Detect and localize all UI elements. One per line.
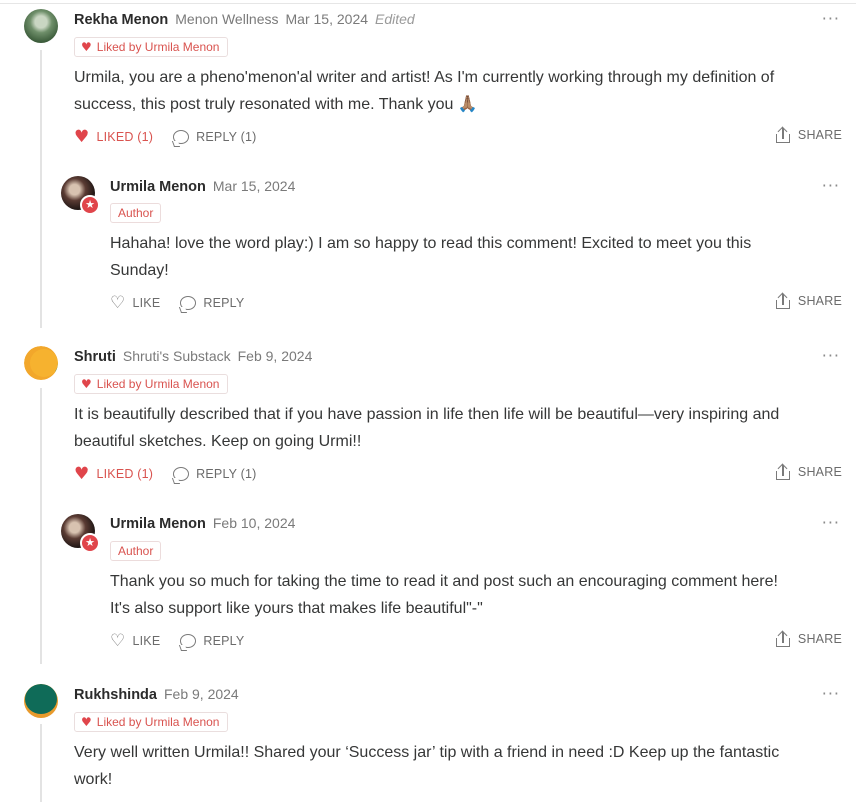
like-button[interactable]: ♡ LIKE (110, 631, 160, 651)
comment-text-line: It's also support like yours that makes … (110, 600, 483, 617)
liked-by-text: Liked by Urmila Menon (96, 40, 220, 54)
liked-by-author-badge: ♥ Liked by Urmila Menon (74, 374, 229, 394)
comment-meta: Shruti Shruti's Substack Feb 9, 2024 (74, 348, 312, 368)
liked-by-text: Liked by Urmila Menon (96, 715, 220, 729)
comment-date[interactable]: Feb 9, 2024 (164, 686, 239, 702)
share-label: SHARE (797, 465, 842, 479)
comment-body: Urmila, you are a pheno'menon'al writer … (74, 64, 774, 118)
comment-meta: Urmila Menon Feb 10, 2024 (110, 515, 295, 535)
share-label: SHARE (797, 128, 842, 142)
thread-line (40, 724, 42, 802)
reply-button[interactable]: REPLY (180, 296, 244, 310)
share-icon (775, 630, 790, 647)
comment-bubble-icon (173, 467, 190, 481)
comment-text-line: Hahaha! love the word play:) I am so hap… (110, 235, 752, 252)
heart-outline-icon: ♡ (110, 293, 126, 313)
share-button[interactable]: SHARE (775, 463, 842, 480)
commenter-name[interactable]: Rukhshinda (74, 687, 157, 703)
comment-text-line: Sunday! (110, 262, 169, 279)
comment-text-line: It is beautifully described that if you … (74, 406, 780, 423)
share-icon (775, 463, 790, 480)
comment-text-line: beautiful sketches. Keep on going Urmi!! (74, 433, 362, 450)
comment-text-line: work! (74, 771, 113, 788)
reply-button[interactable]: REPLY (1) (173, 467, 256, 481)
publication-name[interactable]: Shruti's Substack (123, 348, 231, 364)
more-options-button[interactable]: ··· (822, 513, 840, 532)
liked-by-text: Liked by Urmila Menon (96, 377, 220, 391)
comment-bubble-icon (180, 634, 197, 648)
heart-icon: ♥ (81, 715, 92, 729)
avatar[interactable] (24, 9, 58, 43)
comment-actions: ♥ LIKED (1) REPLY (1) (74, 464, 277, 484)
like-label: LIKE (132, 634, 161, 648)
reply-button[interactable]: REPLY (1) (173, 130, 256, 144)
liked-by-author-badge: ♥ Liked by Urmila Menon (74, 712, 229, 732)
heart-filled-icon: ♥ (74, 126, 90, 147)
heart-outline-icon: ♡ (110, 631, 126, 651)
comment-text-line: Very well written Urmila!! Shared your ‘… (74, 744, 780, 761)
like-button[interactable]: ♥ LIKED (1) (74, 126, 154, 147)
comment-text-line: success, this post truly resonated with … (74, 96, 478, 113)
author-star-icon: ★ (80, 195, 100, 215)
heart-icon: ♥ (81, 377, 92, 391)
comment-text-line: Urmila, you are a pheno'menon'al writer … (74, 69, 775, 86)
thread-line (40, 388, 42, 664)
commenter-name[interactable]: Shruti (74, 349, 116, 365)
comment-body: Very well written Urmila!! Shared your ‘… (74, 739, 779, 793)
commenter-name[interactable]: Rekha Menon (74, 12, 168, 28)
comment-meta: Rukhshinda Feb 9, 2024 (74, 686, 239, 706)
author-badge: Author (110, 203, 162, 223)
edited-label: Edited (375, 11, 415, 27)
comment-meta: Urmila Menon Mar 15, 2024 (110, 178, 295, 198)
like-button[interactable]: ♡ LIKE (110, 293, 160, 313)
comment-body: It is beautifully described that if you … (74, 401, 779, 455)
share-label: SHARE (797, 632, 842, 646)
comment-actions: ♥ LIKED (1) REPLY (1) (74, 127, 277, 147)
commenter-name[interactable]: Urmila Menon (110, 179, 206, 195)
share-label: SHARE (797, 294, 842, 308)
more-options-button[interactable]: ··· (822, 346, 840, 365)
comment-date[interactable]: Feb 10, 2024 (213, 515, 296, 531)
heart-filled-icon: ♥ (74, 463, 90, 484)
comment-text-line: Thank you so much for taking the time to… (110, 573, 778, 590)
share-button[interactable]: SHARE (775, 630, 842, 647)
share-icon (775, 126, 790, 143)
like-label: LIKE (132, 296, 161, 310)
share-button[interactable]: SHARE (775, 126, 842, 143)
heart-icon: ♥ (81, 40, 92, 54)
commenter-name[interactable]: Urmila Menon (110, 516, 206, 532)
comment-meta: Rekha Menon Menon Wellness Mar 15, 2024 … (74, 11, 415, 31)
more-options-button[interactable]: ··· (822, 684, 840, 703)
comment-date[interactable]: Feb 9, 2024 (238, 348, 313, 364)
avatar[interactable] (24, 684, 58, 718)
reply-label: REPLY (203, 634, 245, 648)
more-options-button[interactable]: ··· (822, 9, 840, 28)
liked-by-author-badge: ♥ Liked by Urmila Menon (74, 37, 229, 57)
comment-date[interactable]: Mar 15, 2024 (213, 178, 296, 194)
reply-label: REPLY (1) (196, 467, 257, 481)
author-badge: Author (110, 541, 162, 561)
reply-label: REPLY (1) (196, 130, 257, 144)
comment-body: Thank you so much for taking the time to… (110, 568, 778, 622)
comment-body: Hahaha! love the word play:) I am so hap… (110, 230, 751, 284)
like-button[interactable]: ♥ LIKED (1) (74, 463, 154, 484)
share-button[interactable]: SHARE (775, 292, 842, 309)
reply-button[interactable]: REPLY (180, 634, 244, 648)
reply-label: REPLY (203, 296, 245, 310)
like-label: LIKED (1) (96, 130, 154, 144)
avatar[interactable] (24, 346, 58, 380)
comment-bubble-icon (180, 296, 197, 310)
comment-bubble-icon (173, 130, 190, 144)
author-star-icon: ★ (80, 533, 100, 553)
publication-name[interactable]: Menon Wellness (175, 11, 278, 27)
thread-line (40, 50, 42, 328)
like-label: LIKED (1) (96, 467, 154, 481)
comment-actions: ♡ LIKE REPLY (110, 293, 264, 313)
comment-actions: ♡ LIKE REPLY (110, 631, 264, 651)
more-options-button[interactable]: ··· (822, 176, 840, 195)
top-divider (0, 3, 856, 4)
comment-date[interactable]: Mar 15, 2024 (286, 11, 369, 27)
share-icon (775, 292, 790, 309)
